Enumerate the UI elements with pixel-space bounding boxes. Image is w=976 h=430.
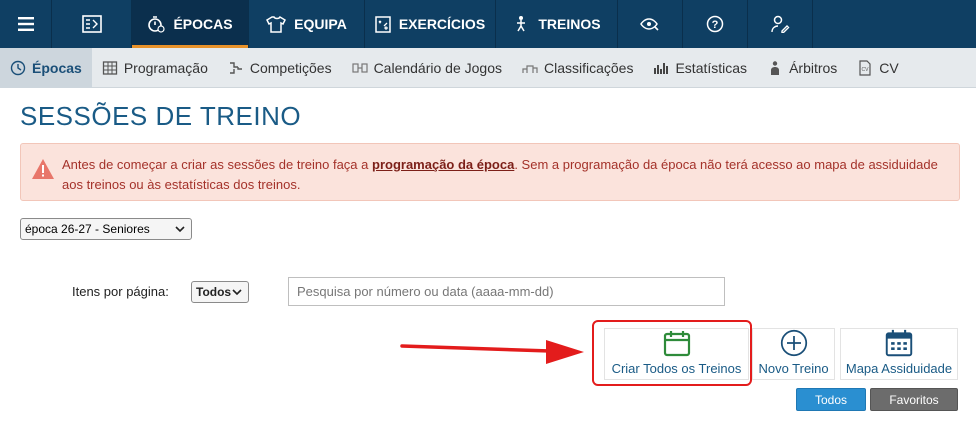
items-per-page-label: Itens por página: bbox=[72, 284, 169, 299]
subnav-arbitros[interactable]: Árbitros bbox=[757, 48, 847, 88]
plus-circle-icon bbox=[780, 329, 807, 357]
chevron-down-icon bbox=[232, 289, 242, 296]
red-arrow-annotation bbox=[400, 340, 584, 364]
document-icon: CV bbox=[859, 59, 871, 76]
season-select-value: época 26-27 - Seniores bbox=[25, 222, 150, 236]
new-training-button[interactable]: Novo Treino bbox=[752, 328, 835, 380]
clock-icon bbox=[10, 60, 26, 75]
attendance-map-label: Mapa Assiduidade bbox=[845, 361, 953, 376]
nav-label: EXERCÍCIOS bbox=[398, 16, 486, 32]
subnav-competicoes[interactable]: Competições bbox=[218, 48, 342, 88]
nav-scouting[interactable] bbox=[618, 0, 683, 48]
alert-text: Antes de começar a criar as sessões de t… bbox=[62, 155, 952, 195]
podium-icon bbox=[522, 64, 538, 73]
subnav-calendario[interactable]: Calendário de Jogos bbox=[342, 48, 512, 88]
tactics-board-icon bbox=[375, 16, 391, 33]
items-per-page-value: Todos bbox=[196, 285, 232, 299]
help-icon: ? bbox=[706, 15, 724, 33]
grid-calendar-icon bbox=[102, 60, 117, 75]
nav-epocas[interactable]: ÉPOCAS bbox=[132, 0, 249, 48]
nav-exercicios[interactable]: EXERCÍCIOS bbox=[365, 0, 496, 48]
calendar-grid-icon bbox=[885, 329, 913, 357]
nav-label: EQUIPA bbox=[294, 16, 347, 32]
subnav-label: CV bbox=[879, 59, 899, 76]
alert-text-before: Antes de começar a criar as sessões de t… bbox=[62, 157, 372, 172]
bracket-icon bbox=[229, 61, 242, 74]
training-icon bbox=[517, 16, 526, 32]
season-select[interactable]: época 26-27 - Seniores bbox=[20, 218, 192, 240]
nav-treinos[interactable]: TREINOS bbox=[496, 0, 618, 48]
programacao-link[interactable]: programação da época bbox=[372, 157, 514, 172]
search-placeholder: Pesquisa por número ou data (aaaa-mm-dd) bbox=[297, 284, 554, 299]
nav-help[interactable]: ? bbox=[683, 0, 748, 48]
warning-icon bbox=[32, 159, 54, 179]
subnav-label: Classificações bbox=[543, 59, 634, 76]
svg-text:CV: CV bbox=[862, 67, 870, 73]
stopwatch-icon bbox=[148, 16, 166, 33]
items-per-page-select[interactable]: Todos bbox=[191, 281, 249, 303]
nav-label: ÉPOCAS bbox=[173, 16, 233, 32]
bar-chart-icon bbox=[654, 62, 669, 74]
page-title: SESSÕES DE TREINO bbox=[20, 101, 302, 131]
subnav-label: Estatísticas bbox=[675, 59, 748, 76]
new-training-label: Novo Treino bbox=[758, 361, 829, 376]
subnav-label: Competições bbox=[249, 59, 332, 76]
subnav-epocas[interactable]: Épocas bbox=[0, 47, 92, 88]
user-edit-icon bbox=[771, 15, 790, 33]
subnav-label: Épocas bbox=[32, 59, 82, 76]
sub-navbar: Épocas Programação Competições Calendári… bbox=[0, 47, 976, 88]
subnav-label: Calendário de Jogos bbox=[373, 59, 502, 76]
nav-label: TREINOS bbox=[538, 16, 601, 32]
logo-button[interactable] bbox=[52, 0, 132, 48]
eye-search-icon bbox=[640, 18, 659, 31]
referee-icon bbox=[771, 60, 780, 75]
search-input[interactable]: Pesquisa por número ou data (aaaa-mm-dd) bbox=[288, 277, 725, 306]
filter-todos-button[interactable]: Todos bbox=[796, 388, 866, 411]
subnav-cv[interactable]: CV CV bbox=[847, 48, 908, 88]
attendance-map-button[interactable]: Mapa Assiduidade bbox=[840, 328, 958, 380]
logo-icon bbox=[81, 15, 102, 33]
svg-text:?: ? bbox=[712, 19, 719, 31]
hamburger-icon bbox=[17, 17, 34, 31]
subnav-estatisticas[interactable]: Estatísticas bbox=[643, 48, 757, 88]
filter-favoritos-button[interactable]: Favoritos bbox=[870, 388, 958, 411]
chevron-down-icon bbox=[175, 226, 185, 233]
menu-button[interactable] bbox=[0, 0, 52, 48]
subnav-programacao[interactable]: Programação bbox=[92, 48, 218, 88]
subnav-label: Árbitros bbox=[789, 59, 838, 76]
subnav-label: Programação bbox=[123, 59, 208, 76]
top-navbar: ÉPOCAS EQUIPA EXERCÍCIOS TREINOS ? bbox=[0, 0, 976, 48]
subnav-classificacoes[interactable]: Classificações bbox=[512, 48, 643, 88]
nav-equipa[interactable]: EQUIPA bbox=[249, 0, 365, 48]
shirt-icon bbox=[266, 15, 287, 33]
matchup-icon bbox=[351, 62, 368, 73]
red-highlight-box bbox=[592, 320, 752, 386]
nav-user[interactable] bbox=[748, 0, 813, 48]
warning-alert: Antes de começar a criar as sessões de t… bbox=[20, 143, 960, 201]
